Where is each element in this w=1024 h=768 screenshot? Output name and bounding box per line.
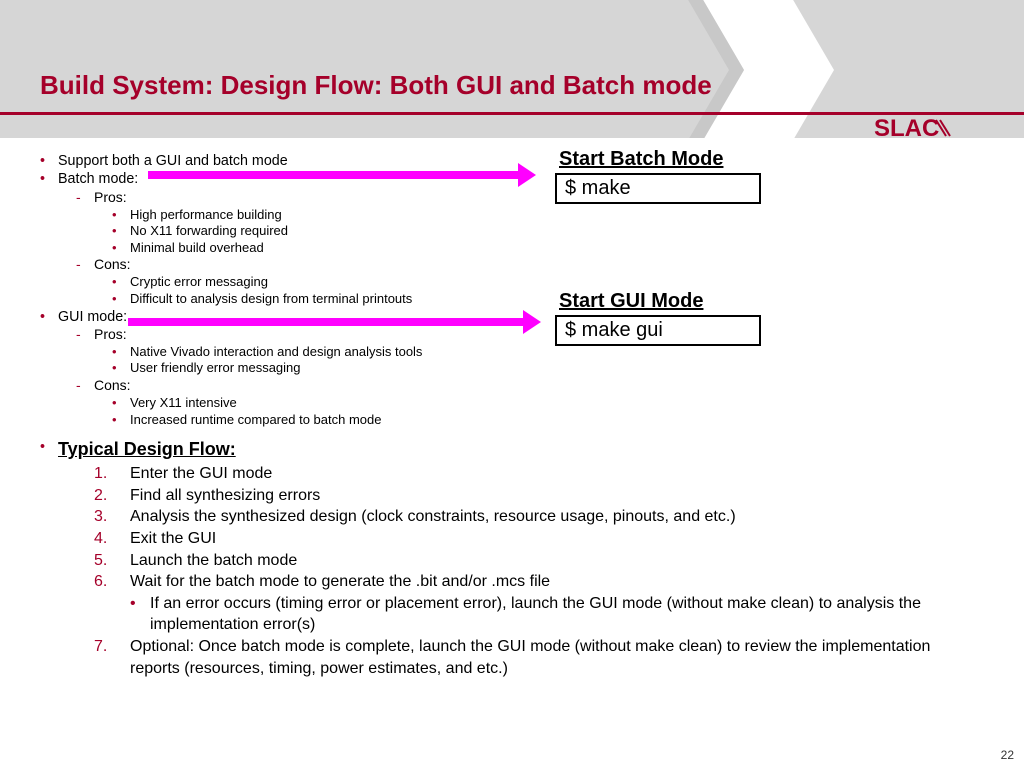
- slide-content: Support both a GUI and batch mode Batch …: [0, 138, 1024, 679]
- batch-mode-command: $ make: [555, 173, 761, 204]
- gui-cons-label: Cons: Very X11 intensive Increased runti…: [76, 377, 984, 428]
- svg-text:SLAC: SLAC: [874, 116, 939, 138]
- gui-mode-command: $ make gui: [555, 315, 761, 346]
- bullet-batch-mode: Batch mode: Pros: High performance build…: [40, 170, 984, 307]
- bullet-batch-mode-label: Batch mode:: [58, 171, 138, 187]
- flow-section: Typical Design Flow: Enter the GUI mode …: [40, 438, 984, 679]
- gui-pro-1: Native Vivado interaction and design ana…: [112, 344, 984, 361]
- flow-step-5: Launch the batch mode: [94, 550, 984, 572]
- title-underline: [0, 112, 1024, 115]
- batch-pro-2: No X11 forwarding required: [112, 223, 984, 240]
- flow-title: Typical Design Flow:: [58, 439, 236, 459]
- gui-mode-box: Start GUI Mode $ make gui: [555, 290, 761, 346]
- header-band: Build System: Design Flow: Both GUI and …: [0, 0, 1024, 138]
- gui-mode-title: Start GUI Mode: [559, 290, 761, 313]
- arrow-to-gui: [128, 318, 523, 326]
- flow-step-4: Exit the GUI: [94, 528, 984, 550]
- gui-con-1: Very X11 intensive: [112, 395, 984, 412]
- flow-step-2: Find all synthesizing errors: [94, 485, 984, 507]
- main-bullets: Support both a GUI and batch mode Batch …: [40, 152, 984, 428]
- flow-step-7: Optional: Once batch mode is complete, l…: [94, 636, 984, 679]
- flow-steps: Enter the GUI mode Find all synthesizing…: [94, 463, 984, 679]
- batch-con-2: Difficult to analysis design from termin…: [112, 291, 984, 308]
- bullet-gui-mode-label: GUI mode:: [58, 309, 127, 325]
- gui-pro-2: User friendly error messaging: [112, 360, 984, 377]
- gui-con-2: Increased runtime compared to batch mode: [112, 412, 984, 429]
- batch-pro-3: Minimal build overhead: [112, 240, 984, 257]
- slac-logo: SLAC: [874, 116, 994, 138]
- batch-mode-title: Start Batch Mode: [559, 148, 761, 171]
- batch-cons-label: Cons: Cryptic error messaging Difficult …: [76, 256, 984, 307]
- bullet-support: Support both a GUI and batch mode: [40, 152, 984, 170]
- batch-mode-box: Start Batch Mode $ make: [555, 148, 761, 204]
- flow-title-bullet: Typical Design Flow: Enter the GUI mode …: [40, 438, 984, 679]
- chevron-decoration: [614, 0, 914, 138]
- batch-con-1: Cryptic error messaging: [112, 274, 984, 291]
- arrow-to-batch: [148, 171, 518, 179]
- page-number: 22: [1001, 748, 1014, 762]
- batch-pro-1: High performance building: [112, 207, 984, 224]
- flow-step-6: Wait for the batch mode to generate the …: [94, 571, 984, 636]
- batch-pros-label: Pros: High performance building No X11 f…: [76, 189, 984, 257]
- flow-step-3: Analysis the synthesized design (clock c…: [94, 506, 984, 528]
- slide-title: Build System: Design Flow: Both GUI and …: [40, 70, 712, 101]
- flow-step-1: Enter the GUI mode: [94, 463, 984, 485]
- flow-step-6-sub: If an error occurs (timing error or plac…: [130, 593, 984, 636]
